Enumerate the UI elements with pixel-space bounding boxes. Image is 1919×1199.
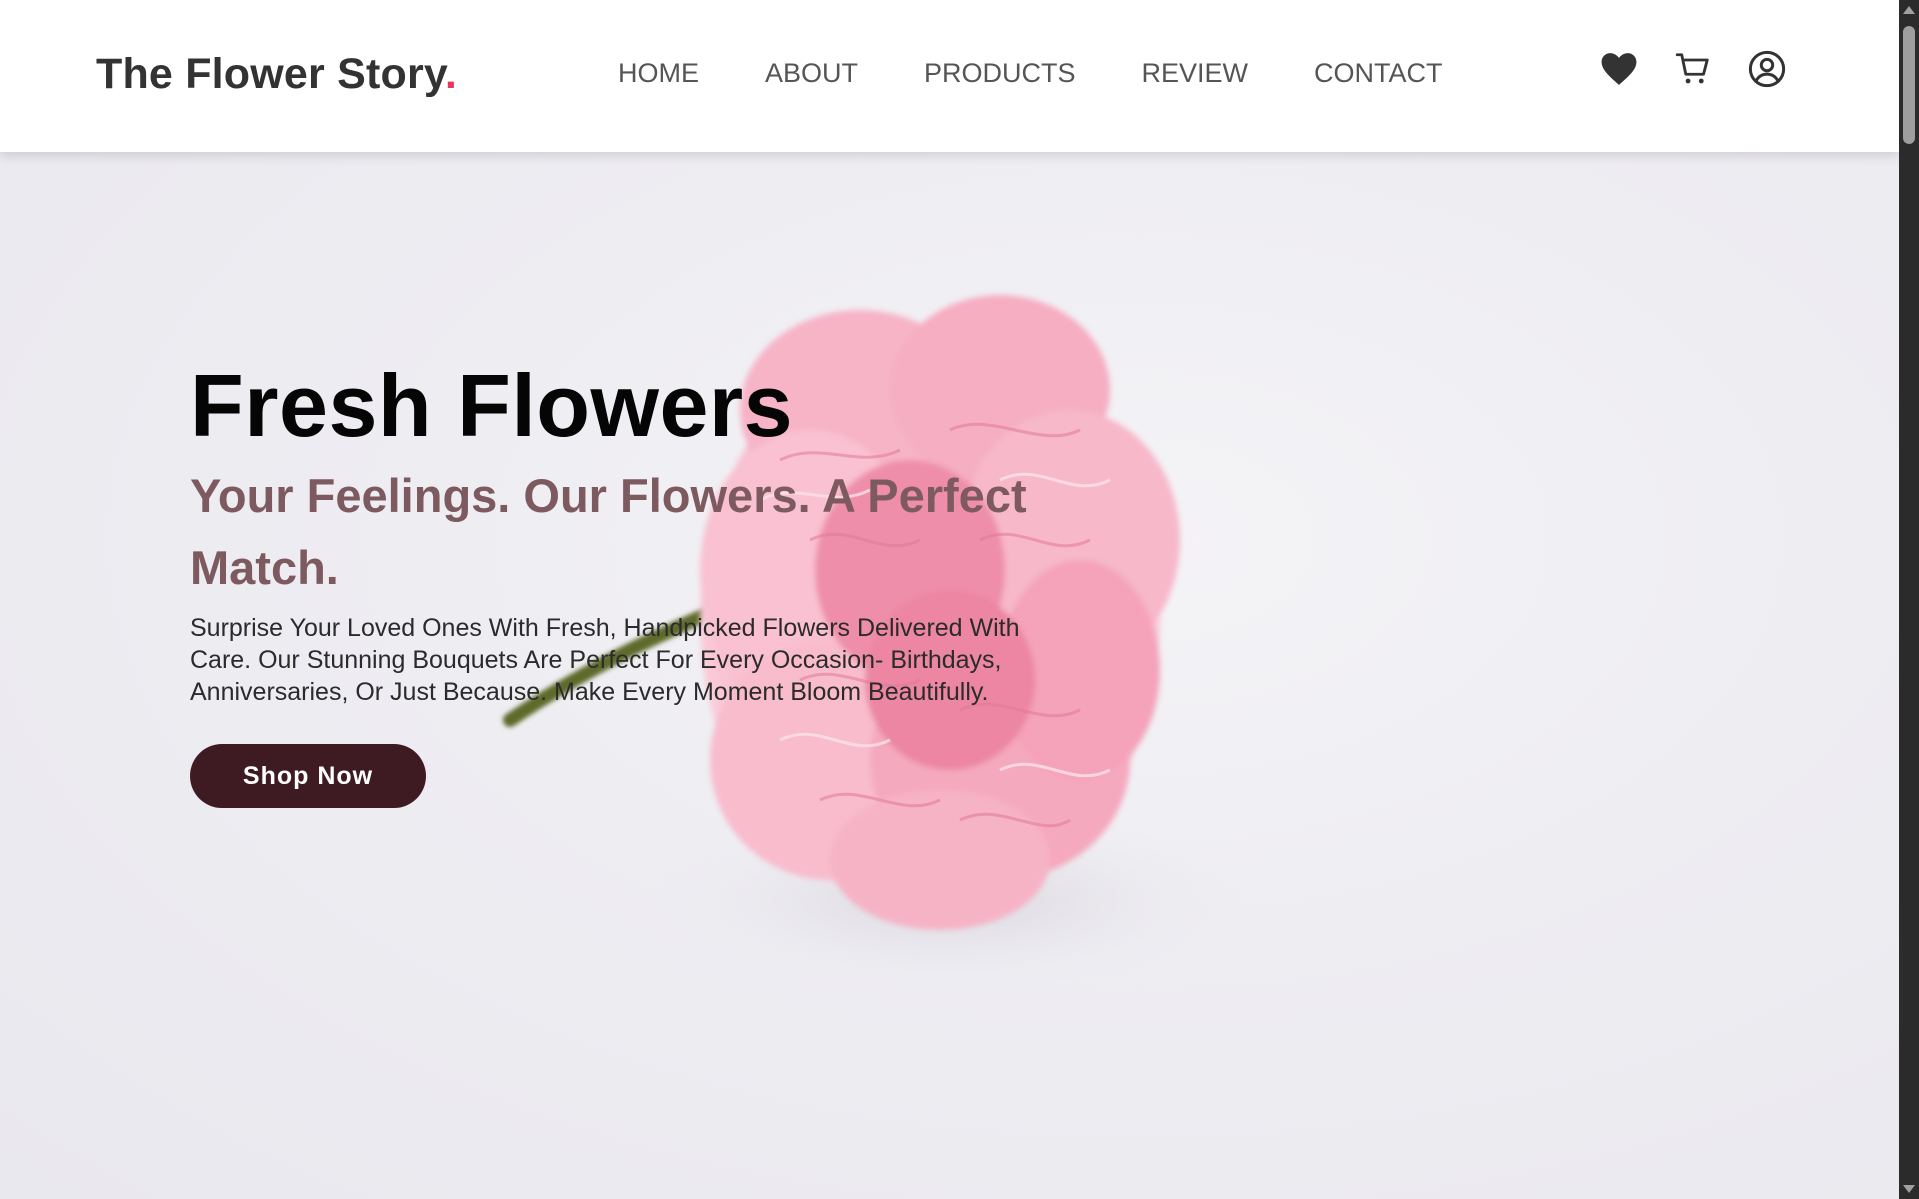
hero-description: Surprise Your Loved Ones With Fresh, Han… xyxy=(190,614,1020,707)
hero-subtitle: Your Feelings. Our Flowers. A Perfect Ma… xyxy=(190,469,1027,595)
heart-icon[interactable] xyxy=(1600,50,1638,88)
nav-about[interactable]: ABOUT xyxy=(765,58,858,89)
site-logo[interactable]: The Flower Story. xyxy=(96,50,457,99)
hero-section: Fresh Flowers Your Feelings. Our Flowers… xyxy=(190,356,1060,809)
nav-contact[interactable]: CONTACT xyxy=(1314,58,1443,89)
logo-text: The Flower Story xyxy=(96,50,445,98)
page-viewport: The Flower Story. HOME ABOUT PRODUCTS RE… xyxy=(0,0,1899,1199)
main-nav: HOME ABOUT PRODUCTS REVIEW CONTACT xyxy=(618,58,1443,89)
page-scrollbar[interactable] xyxy=(1899,0,1919,1199)
user-icon[interactable] xyxy=(1748,50,1786,88)
site-header: The Flower Story. HOME ABOUT PRODUCTS RE… xyxy=(0,0,1899,152)
nav-review[interactable]: REVIEW xyxy=(1142,58,1249,89)
cart-icon[interactable] xyxy=(1674,50,1712,88)
scroll-thumb[interactable] xyxy=(1903,26,1915,144)
scroll-up-icon[interactable] xyxy=(1903,6,1915,14)
nav-home[interactable]: HOME xyxy=(618,58,699,89)
header-icons xyxy=(1600,50,1786,88)
hero-title: Fresh Flowers xyxy=(190,356,794,455)
shop-now-button[interactable]: Shop Now xyxy=(190,744,426,809)
scroll-down-icon[interactable] xyxy=(1903,1185,1915,1193)
nav-products[interactable]: PRODUCTS xyxy=(924,58,1076,89)
logo-dot: . xyxy=(444,50,457,98)
